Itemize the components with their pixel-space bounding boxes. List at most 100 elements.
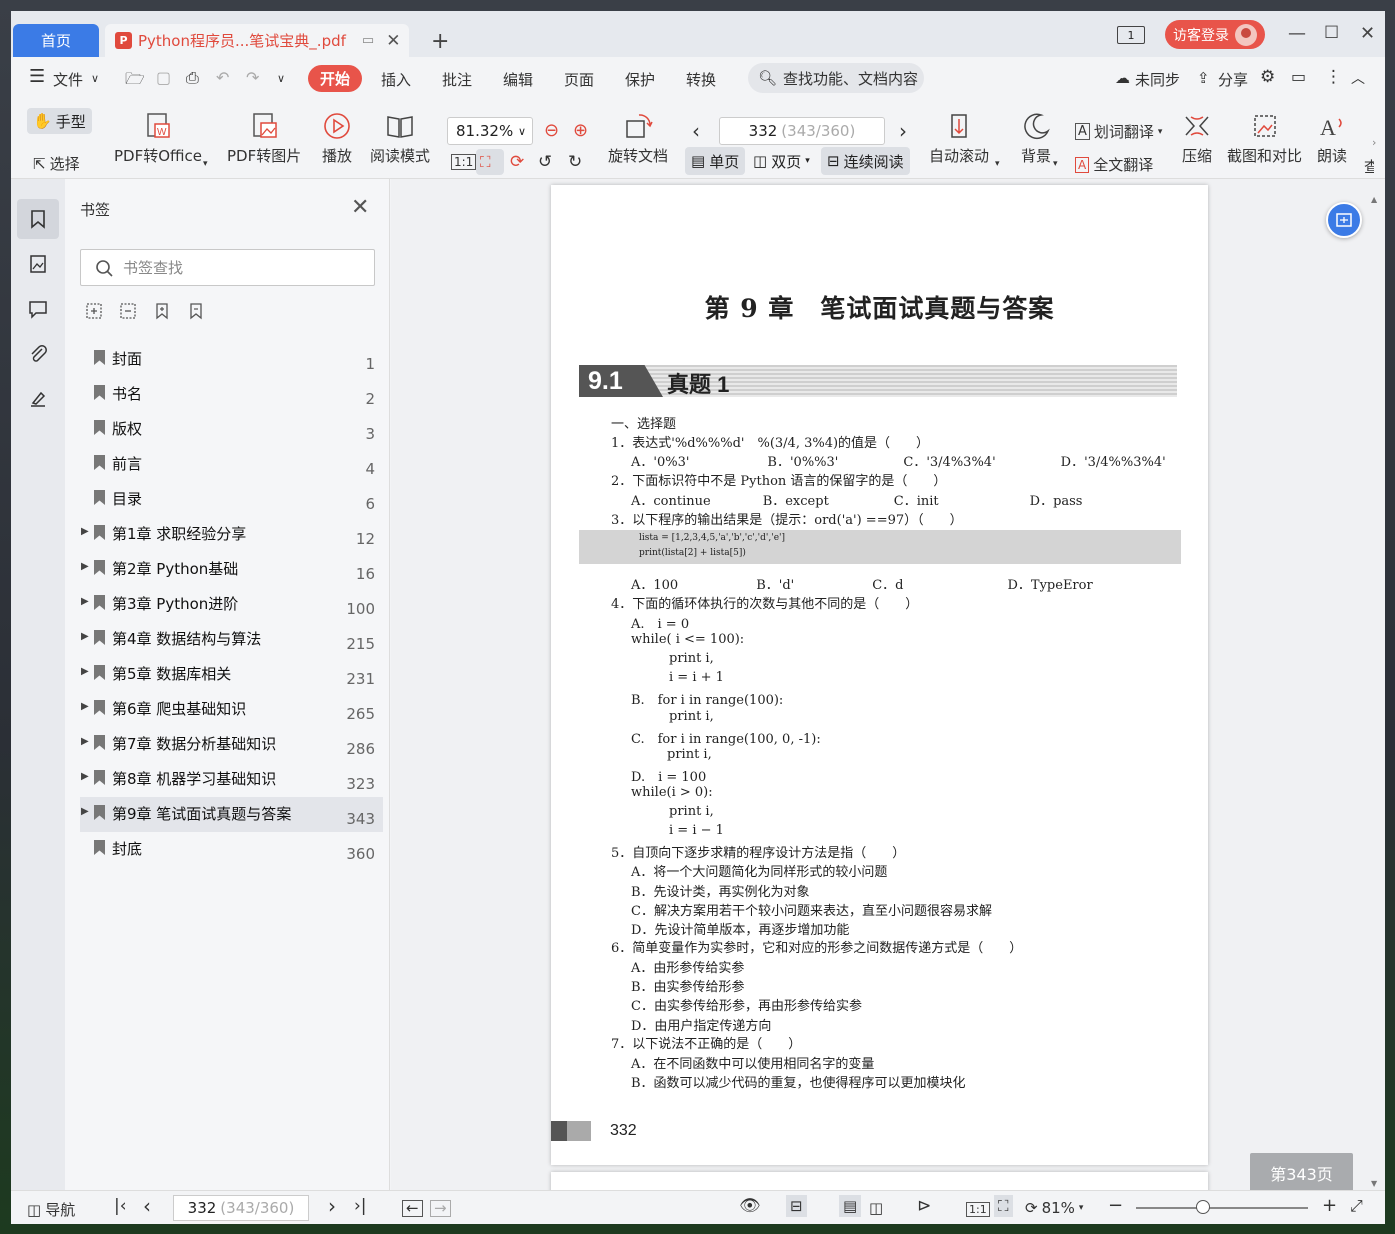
bookmark-item[interactable]: ▶ 第4章 数据结构与算法 215 [80, 622, 383, 657]
bookmark-item[interactable]: 封面 1 [80, 342, 383, 377]
open-icon[interactable]: 🗁 [125, 68, 145, 95]
bookmark-item[interactable]: ▶ 第5章 数据库相关 231 [80, 657, 383, 692]
compress-button[interactable]: 压缩 [1182, 111, 1212, 166]
feature-search-input[interactable]: 🔍︎ 查找功能、文档内容 [748, 63, 924, 93]
minimize-icon[interactable]: — [1288, 23, 1306, 44]
collapse-all-icon[interactable] [119, 302, 137, 320]
double-page-button[interactable]: ◫ 双页 ▾ [747, 147, 816, 175]
eye-care-icon[interactable]: 👁︎ [739, 1196, 761, 1216]
print-icon[interactable]: ⎙ [186, 68, 199, 88]
bookmark-search-input[interactable]: 书签查找 [80, 249, 375, 286]
single-page-button[interactable]: ▤ 单页 [685, 147, 746, 175]
floating-tool-button[interactable] [1326, 202, 1362, 238]
bookmark-item[interactable]: ▶ 第7章 数据分析基础知识 286 [80, 727, 383, 762]
pin-icon[interactable]: ▭ [362, 33, 374, 48]
background-button[interactable]: 背景 [1021, 111, 1051, 166]
bookmark-item[interactable]: ▶ 第2章 Python基础 16 [80, 552, 383, 587]
continuous-view-icon[interactable]: ⊟ [786, 1195, 807, 1217]
dropdown-arrow-icon[interactable]: ▾ [995, 159, 1000, 169]
next-page-icon[interactable]: › [328, 1194, 336, 1218]
rotate-left-icon[interactable]: ↺ [538, 152, 552, 172]
share-button[interactable]: 分享 [1218, 69, 1248, 90]
chevron-down-icon[interactable]: ∨ [91, 72, 99, 85]
menu-protect[interactable]: 保护 [625, 69, 655, 90]
expand-arrow-icon[interactable]: ▶ [81, 736, 89, 747]
bookmark-item[interactable]: 封底 360 [80, 832, 383, 867]
bookmark-icon[interactable] [17, 199, 59, 239]
auto-scroll-button[interactable]: 自动滚动 [929, 111, 989, 166]
read-mode-button[interactable]: 阅读模式 [370, 111, 430, 166]
hamburger-icon[interactable]: ☰ [29, 66, 45, 87]
save-icon[interactable]: ▢ [156, 68, 171, 87]
close-window-icon[interactable]: ✕ [1360, 23, 1375, 44]
rotate-right-icon[interactable]: ↻ [568, 152, 582, 172]
single-page-view-icon[interactable]: ▤ [839, 1195, 862, 1217]
more-vertical-icon[interactable]: ⋮ [1325, 67, 1342, 87]
menu-start[interactable]: 开始 [308, 65, 363, 92]
pdf-to-office-button[interactable]: W PDF转Office [114, 111, 202, 166]
zoom-out-icon[interactable]: ⊖ [544, 120, 559, 141]
dropdown-arrow-icon[interactable]: ▾ [203, 159, 208, 169]
comment-panel-icon[interactable] [17, 289, 59, 329]
status-page-input[interactable]: 332 (343/360) [173, 1195, 309, 1221]
bookmark-item[interactable]: ▶ 第9章 笔试面试真题与答案 343 [80, 797, 383, 832]
cloud-sync-icon[interactable]: ☁ [1115, 69, 1130, 87]
fit-page-icon[interactable]: ⛶ [476, 149, 504, 175]
expand-arrow-icon[interactable]: ▶ [81, 631, 89, 642]
menu-insert[interactable]: 插入 [381, 69, 411, 90]
zoom-slider-handle[interactable] [1196, 1200, 1210, 1214]
forward-icon[interactable]: → [430, 1200, 451, 1217]
expand-arrow-icon[interactable]: ▶ [81, 561, 89, 572]
expand-arrow-icon[interactable]: ▶ [81, 701, 89, 712]
bookmark-item[interactable]: ▶ 第8章 机器学习基础知识 323 [80, 762, 383, 797]
back-icon[interactable]: ← [402, 1200, 423, 1217]
bookmark-item[interactable]: ▶ 第6章 爬虫基础知识 265 [80, 692, 383, 727]
expand-arrow-icon[interactable]: ▶ [81, 596, 89, 607]
more-tools-label[interactable]: 查 [1364, 156, 1374, 177]
tab-document[interactable]: P Python程序员...笔试宝典_.pdf ▭ ✕ [105, 24, 409, 57]
menu-file[interactable]: 文件 [53, 69, 83, 90]
fit-width-icon[interactable]: ⟳ [510, 152, 524, 172]
tab-home[interactable]: 首页 [13, 24, 99, 57]
bookmark-item[interactable]: 前言 4 [80, 447, 383, 482]
bookmark-item[interactable]: 版权 3 [80, 412, 383, 447]
thumbnail-icon[interactable] [17, 244, 59, 284]
menu-convert[interactable]: 转换 [686, 69, 716, 90]
zoom-slider[interactable] [1136, 1207, 1308, 1209]
double-page-view-icon[interactable]: ◫ [869, 1199, 883, 1217]
bookmark-item[interactable]: 目录 6 [80, 482, 383, 517]
zoom-out-icon[interactable]: − [1108, 1195, 1123, 1216]
actual-size-icon[interactable]: 1:1 [451, 154, 477, 170]
page-number-input[interactable]: 332 (343/360) [719, 117, 885, 145]
sync-status[interactable]: 未同步 [1135, 69, 1180, 90]
close-tab-icon[interactable]: ✕ [386, 31, 400, 51]
comment-icon[interactable]: ▭ [1291, 67, 1306, 86]
ribbon-scroll-right-icon[interactable]: › [1372, 136, 1376, 149]
prev-page-icon[interactable]: ‹ [692, 119, 700, 143]
collapse-ribbon-icon[interactable]: ︿ [1351, 68, 1365, 88]
fit-page-icon[interactable]: ⛶ [994, 1195, 1013, 1217]
signature-icon[interactable] [17, 379, 59, 419]
visitor-login-button[interactable]: 访客登录 [1165, 20, 1265, 49]
select-tool-button[interactable]: ⇱ 选择 [33, 153, 80, 174]
prev-page-icon[interactable]: ‹ [143, 1194, 151, 1218]
read-aloud-button[interactable]: A 朗读 [1317, 111, 1347, 166]
fullscreen-icon[interactable]: ⤢ [1350, 1196, 1363, 1216]
zoom-select[interactable]: ⟳ 81% ▾ [1025, 1199, 1083, 1217]
hand-tool-button[interactable]: ✋ 手型 [27, 108, 92, 134]
document-viewer[interactable]: 第 9 章 笔试面试真题与答案 9.1 真题 1 lista = [1,2,3,… [391, 179, 1385, 1202]
navigation-toggle[interactable]: ◫ 导航 [27, 1199, 75, 1220]
expand-arrow-icon[interactable]: ▶ [81, 806, 89, 817]
window-count-badge[interactable]: 1 [1117, 26, 1145, 44]
bookmark-item[interactable]: ▶ 第3章 Python进阶 100 [80, 587, 383, 622]
expand-arrow-icon[interactable]: ▶ [81, 771, 89, 782]
actual-size-icon[interactable]: 1:1 [966, 1202, 990, 1217]
last-page-icon[interactable]: ›| [354, 1196, 367, 1216]
first-page-icon[interactable]: |‹ [114, 1196, 127, 1216]
full-translate-button[interactable]: A 全文翻译 [1075, 154, 1153, 175]
expand-arrow-icon[interactable]: ▶ [81, 666, 89, 677]
screenshot-compare-button[interactable]: 截图和对比 [1227, 111, 1302, 166]
more-chevron-icon[interactable]: ∨ [277, 72, 285, 85]
zoom-in-icon[interactable]: ⊕ [573, 120, 588, 141]
dropdown-arrow-icon[interactable]: ▾ [1053, 159, 1058, 169]
